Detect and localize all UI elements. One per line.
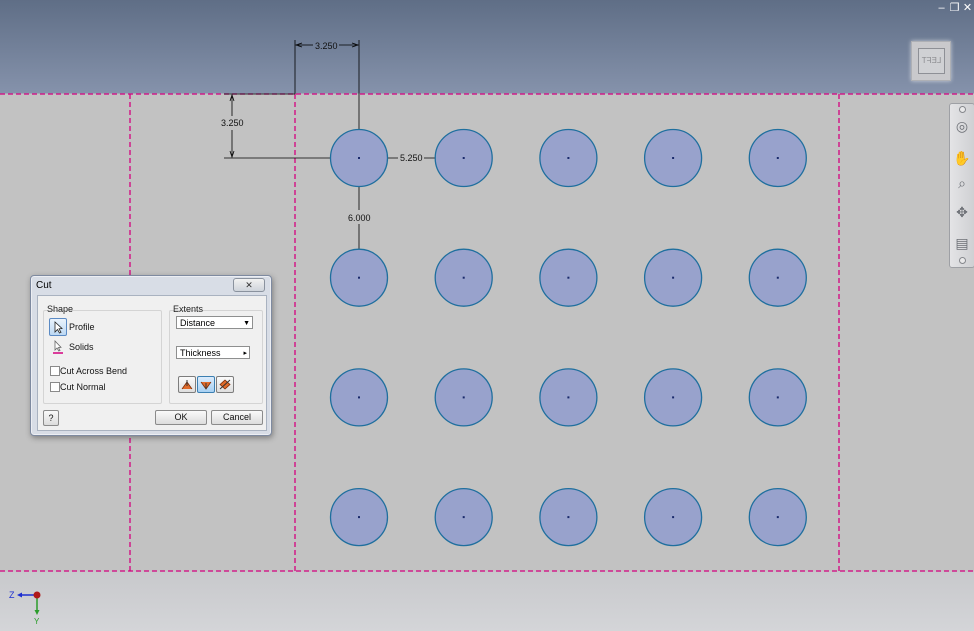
pan-icon[interactable]: ✋ xyxy=(953,149,971,167)
hole-center-point xyxy=(567,157,570,159)
dialog-title: Cut xyxy=(36,280,52,291)
solids-select-button[interactable] xyxy=(49,338,67,356)
hole-center-point xyxy=(358,396,360,399)
cancel-button[interactable]: Cancel xyxy=(211,410,263,425)
hole-center-point xyxy=(567,396,570,399)
cut-normal-checkbox[interactable] xyxy=(50,382,60,392)
hole-center-point xyxy=(462,276,465,279)
profile-select-button[interactable] xyxy=(49,318,67,336)
hole-center-point xyxy=(776,396,779,399)
navbar-handle-icon[interactable] xyxy=(959,106,966,113)
triad-y-label: Y xyxy=(34,617,40,625)
hole-center-point xyxy=(672,157,675,159)
cut-across-bend-checkbox[interactable] xyxy=(50,366,60,376)
direction-symmetric-icon xyxy=(219,379,231,390)
cut-normal-label: Cut Normal xyxy=(60,382,106,392)
direction-2-button[interactable] xyxy=(197,376,215,393)
restore-button[interactable]: ❐ xyxy=(949,2,960,14)
hole-center-point xyxy=(567,276,570,279)
chevron-down-icon: ▼ xyxy=(243,320,250,327)
dialog-body: Shape Profile Solids Cut Across Bend Cut… xyxy=(37,295,267,431)
cut-across-bend-label: Cut Across Bend xyxy=(60,366,128,376)
hole-center-point xyxy=(672,516,675,519)
viewcube[interactable]: LEFT xyxy=(911,41,951,81)
minimize-button[interactable]: – xyxy=(936,2,947,14)
hole-center-point xyxy=(358,516,360,519)
navigation-bar: ◎ ✋ ⌕ ✥ ▤ xyxy=(949,103,974,268)
shape-group-title: Shape xyxy=(47,304,74,314)
extents-group-title: Extents xyxy=(173,304,204,314)
graphics-viewport[interactable]: 3.250 3.250 5.250 6.000 – ❐ ✕ LEFT ◎ ✋ ⌕… xyxy=(0,0,974,631)
zoom-icon[interactable]: ⌕ xyxy=(953,174,971,192)
look-at-icon[interactable]: ▤ xyxy=(953,234,971,252)
direction-flip-icon xyxy=(181,380,193,390)
flyout-arrow-icon[interactable]: ▸ xyxy=(243,347,247,360)
dim-vertical-offset: 3.250 xyxy=(221,118,244,128)
coordinate-triad: Z Y xyxy=(9,590,41,625)
ok-button[interactable]: OK xyxy=(155,410,207,425)
hole-center-point xyxy=(462,516,465,519)
hole-center-point xyxy=(776,276,779,279)
direction-symmetric-button[interactable] xyxy=(216,376,234,393)
help-button[interactable]: ? xyxy=(43,410,59,426)
cut-dialog: Cut ✕ Shape Profile Solids Cut Across Be… xyxy=(30,275,272,436)
orbit-icon[interactable]: ✥ xyxy=(953,203,971,221)
dim-horizontal-offset: 3.250 xyxy=(315,41,338,51)
direction-default-icon xyxy=(200,381,212,390)
solids-label: Solids xyxy=(69,342,94,352)
navbar-customize-icon[interactable] xyxy=(959,257,966,264)
viewcube-face[interactable]: LEFT xyxy=(918,48,945,74)
hole-center-point xyxy=(672,276,675,279)
distance-input[interactable]: Thickness ▸ xyxy=(176,346,250,359)
hole-center-point xyxy=(776,516,779,519)
profile-label: Profile xyxy=(69,322,95,332)
close-window-button[interactable]: ✕ xyxy=(962,2,973,14)
solids-cursor-icon xyxy=(53,340,63,354)
direction-1-button[interactable] xyxy=(178,376,196,393)
hole-center-point xyxy=(358,157,360,159)
hole-center-point xyxy=(567,516,570,519)
hole-center-point xyxy=(672,396,675,399)
dialog-close-button[interactable]: ✕ xyxy=(233,278,265,292)
dim-row-spacing: 6.000 xyxy=(348,213,371,223)
steering-wheel-icon[interactable]: ◎ xyxy=(953,117,971,135)
hole-pattern xyxy=(329,128,807,547)
hole-center-point xyxy=(462,157,465,159)
dim-column-spacing: 5.250 xyxy=(400,153,423,163)
hole-center-point xyxy=(358,276,360,279)
hole-center-point xyxy=(776,157,779,159)
triad-z-label: Z xyxy=(9,590,15,600)
hole-center-point xyxy=(462,396,465,399)
dialog-titlebar[interactable]: Cut ✕ xyxy=(31,276,271,294)
cursor-arrow-icon xyxy=(54,321,63,334)
extents-type-select[interactable]: Distance ▼ xyxy=(176,316,253,329)
